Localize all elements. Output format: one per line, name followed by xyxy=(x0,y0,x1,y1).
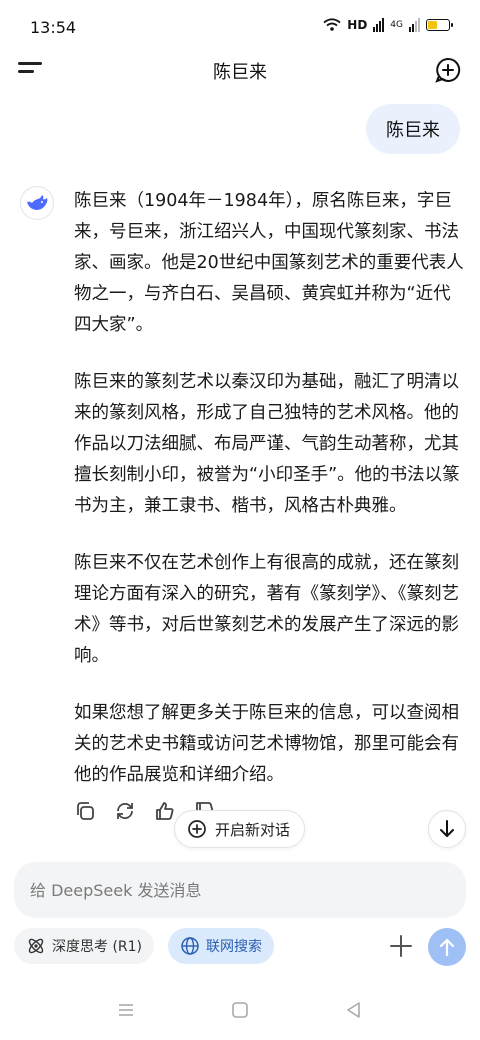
thumb-up-icon[interactable] xyxy=(154,800,176,822)
home-icon[interactable] xyxy=(230,1000,250,1020)
new-conversation-button[interactable]: 开启新对话 xyxy=(174,810,306,848)
web-search-label: 联网搜索 xyxy=(206,939,262,955)
new-chat-icon xyxy=(188,820,206,838)
send-button[interactable] xyxy=(428,928,466,966)
assistant-answer: 陈巨来（1904年－1984年），原名陈巨来，字巨来，号巨来，浙江绍兴人，中国现… xyxy=(74,186,466,817)
web-search-toggle[interactable]: 联网搜索 xyxy=(168,928,274,964)
send-arrow-icon xyxy=(439,938,455,957)
regenerate-icon[interactable] xyxy=(114,800,136,822)
answer-paragraph: 陈巨来（1904年－1984年），原名陈巨来，字巨来，号巨来，浙江绍兴人，中国现… xyxy=(74,191,464,335)
answer-paragraph: 如果您想了解更多关于陈巨来的信息，可以查阅相关的艺术史书籍或访问艺术博物馆，那里… xyxy=(74,703,459,785)
arrow-down-icon xyxy=(440,820,454,837)
scroll-down-button[interactable] xyxy=(428,810,466,848)
answer-paragraph: 陈巨来不仅在艺术创作上有很高的成就，还在篆刻理论方面有深入的研究，著有《篆刻学》… xyxy=(74,553,459,666)
user-message-bubble: 陈巨来 xyxy=(366,104,460,154)
network-label: HD xyxy=(347,18,368,32)
message-input-container xyxy=(14,862,466,918)
signal-icon-2 xyxy=(409,18,420,32)
battery-icon xyxy=(426,19,453,31)
app-header: 陈巨来 xyxy=(0,48,480,92)
deepseek-whale-icon xyxy=(20,186,54,220)
signal-icon xyxy=(373,18,385,32)
atom-icon xyxy=(28,938,44,954)
new-conversation-label: 开启新对话 xyxy=(215,820,291,839)
message-input[interactable] xyxy=(30,880,450,900)
recent-apps-icon[interactable] xyxy=(116,1000,136,1020)
globe-icon xyxy=(181,937,199,955)
copy-icon[interactable] xyxy=(74,800,96,822)
system-nav-bar xyxy=(0,990,480,1034)
wifi-icon xyxy=(323,18,341,31)
deep-think-toggle[interactable]: 深度思考 (R1) xyxy=(14,928,155,964)
new-chat-icon[interactable] xyxy=(434,56,462,84)
network-type-label: 4G xyxy=(390,20,403,30)
back-icon[interactable] xyxy=(344,1000,364,1020)
deep-think-label: 深度思考 (R1) xyxy=(52,939,143,955)
page-title: 陈巨来 xyxy=(213,62,267,83)
status-icons: HD 4G xyxy=(323,18,453,32)
answer-paragraph: 陈巨来的篆刻艺术以秦汉印为基础，融汇了明清以来的篆刻风格，形成了自己独特的艺术风… xyxy=(74,372,460,516)
plus-icon[interactable] xyxy=(386,930,416,962)
status-time: 13:54 xyxy=(30,18,77,37)
